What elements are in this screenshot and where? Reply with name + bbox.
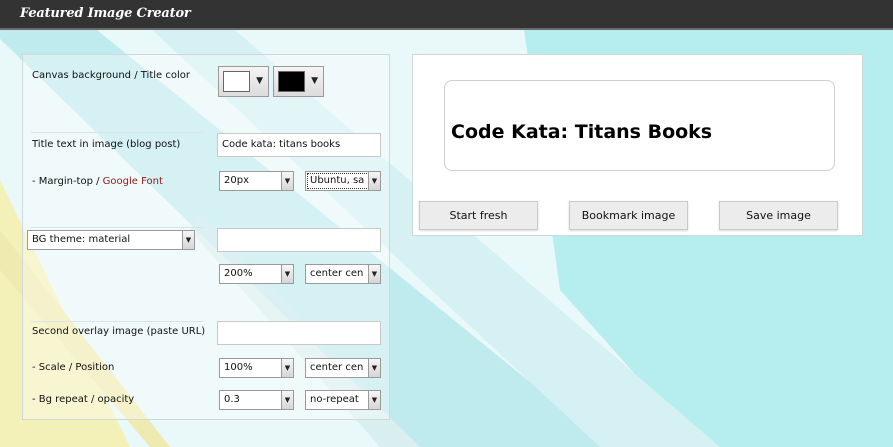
chevron-down-icon: ▼ <box>281 172 293 190</box>
canvas-background-swatch <box>223 71 250 92</box>
bg-repeat-select[interactable]: no-repeat ▼ <box>305 390 381 410</box>
title-color-picker[interactable]: ▼ <box>273 66 324 97</box>
scale-position-label: - Scale / Position <box>32 362 115 373</box>
repeat-opacity-label: - Bg repeat / opacity <box>32 394 135 405</box>
chevron-down-icon: ▼ <box>368 359 380 377</box>
margin-top-select[interactable]: 20px ▼ <box>219 171 294 191</box>
preview-panel: Code Kata: Titans Books Start fresh Book… <box>412 54 863 236</box>
canvas-background-color-picker[interactable]: ▼ <box>218 66 269 97</box>
title-row-label: Title text in image (blog post) <box>32 139 181 150</box>
title-color-swatch <box>278 71 305 92</box>
chevron-down-icon: ▼ <box>182 231 194 249</box>
bg-scale-value: 200% <box>224 268 253 279</box>
overlay-position-select[interactable]: center cen ▼ <box>305 358 381 378</box>
bg-position-value: center cen <box>310 268 364 279</box>
chevron-down-icon: ▼ <box>311 76 318 86</box>
chevron-down-icon: ▼ <box>281 391 293 409</box>
bookmark-image-button[interactable]: Bookmark image <box>569 201 688 230</box>
margin-label-text: - Margin-top / <box>32 176 103 187</box>
settings-panel: Canvas background / Title color ▼ ▼ Titl… <box>22 54 390 420</box>
title-text-input[interactable]: Code kata: titans books <box>217 133 381 157</box>
bg-repeat-value: no-repeat <box>310 394 359 405</box>
overlay-url-input[interactable] <box>217 321 381 345</box>
google-font-select[interactable]: Ubuntu, sa ▼ <box>305 171 381 191</box>
chevron-down-icon: ▼ <box>281 359 293 377</box>
divider <box>31 227 203 228</box>
bg-scale-select[interactable]: 200% ▼ <box>219 264 294 284</box>
chevron-down-icon: ▼ <box>281 265 293 283</box>
overlay-scale-value: 100% <box>224 362 253 373</box>
canvas-title-text: Code Kata: Titans Books <box>451 121 713 143</box>
chevron-down-icon: ▼ <box>368 172 380 190</box>
bg-position-select[interactable]: center cen ▼ <box>305 264 381 284</box>
google-font-link[interactable]: Google Font <box>103 176 163 187</box>
overlay-position-value: center cen <box>310 362 364 373</box>
bg-theme-value: BG theme: material <box>32 234 131 245</box>
start-fresh-button[interactable]: Start fresh <box>419 201 538 230</box>
save-image-button[interactable]: Save image <box>719 201 838 230</box>
margin-font-label: - Margin-top / Google Font <box>32 176 163 187</box>
app-title: Featured Image Creator <box>20 6 191 21</box>
chevron-down-icon: ▼ <box>368 391 380 409</box>
overlay-scale-select[interactable]: 100% ▼ <box>219 358 294 378</box>
divider <box>31 321 203 322</box>
opacity-select[interactable]: 0.3 ▼ <box>219 390 294 410</box>
bg-theme-select[interactable]: BG theme: material ▼ <box>27 230 195 250</box>
image-canvas: Code Kata: Titans Books <box>444 80 835 171</box>
bg-image-url-input[interactable] <box>217 228 381 252</box>
app-header: Featured Image Creator <box>0 0 893 30</box>
chevron-down-icon: ▼ <box>256 76 263 86</box>
google-font-value: Ubuntu, sa <box>310 175 365 186</box>
canvas-row-label: Canvas background / Title color <box>32 70 190 81</box>
divider <box>31 132 203 133</box>
opacity-value: 0.3 <box>224 394 240 405</box>
chevron-down-icon: ▼ <box>368 265 380 283</box>
margin-top-value: 20px <box>224 175 249 186</box>
overlay-label: Second overlay image (paste URL) <box>32 326 206 337</box>
